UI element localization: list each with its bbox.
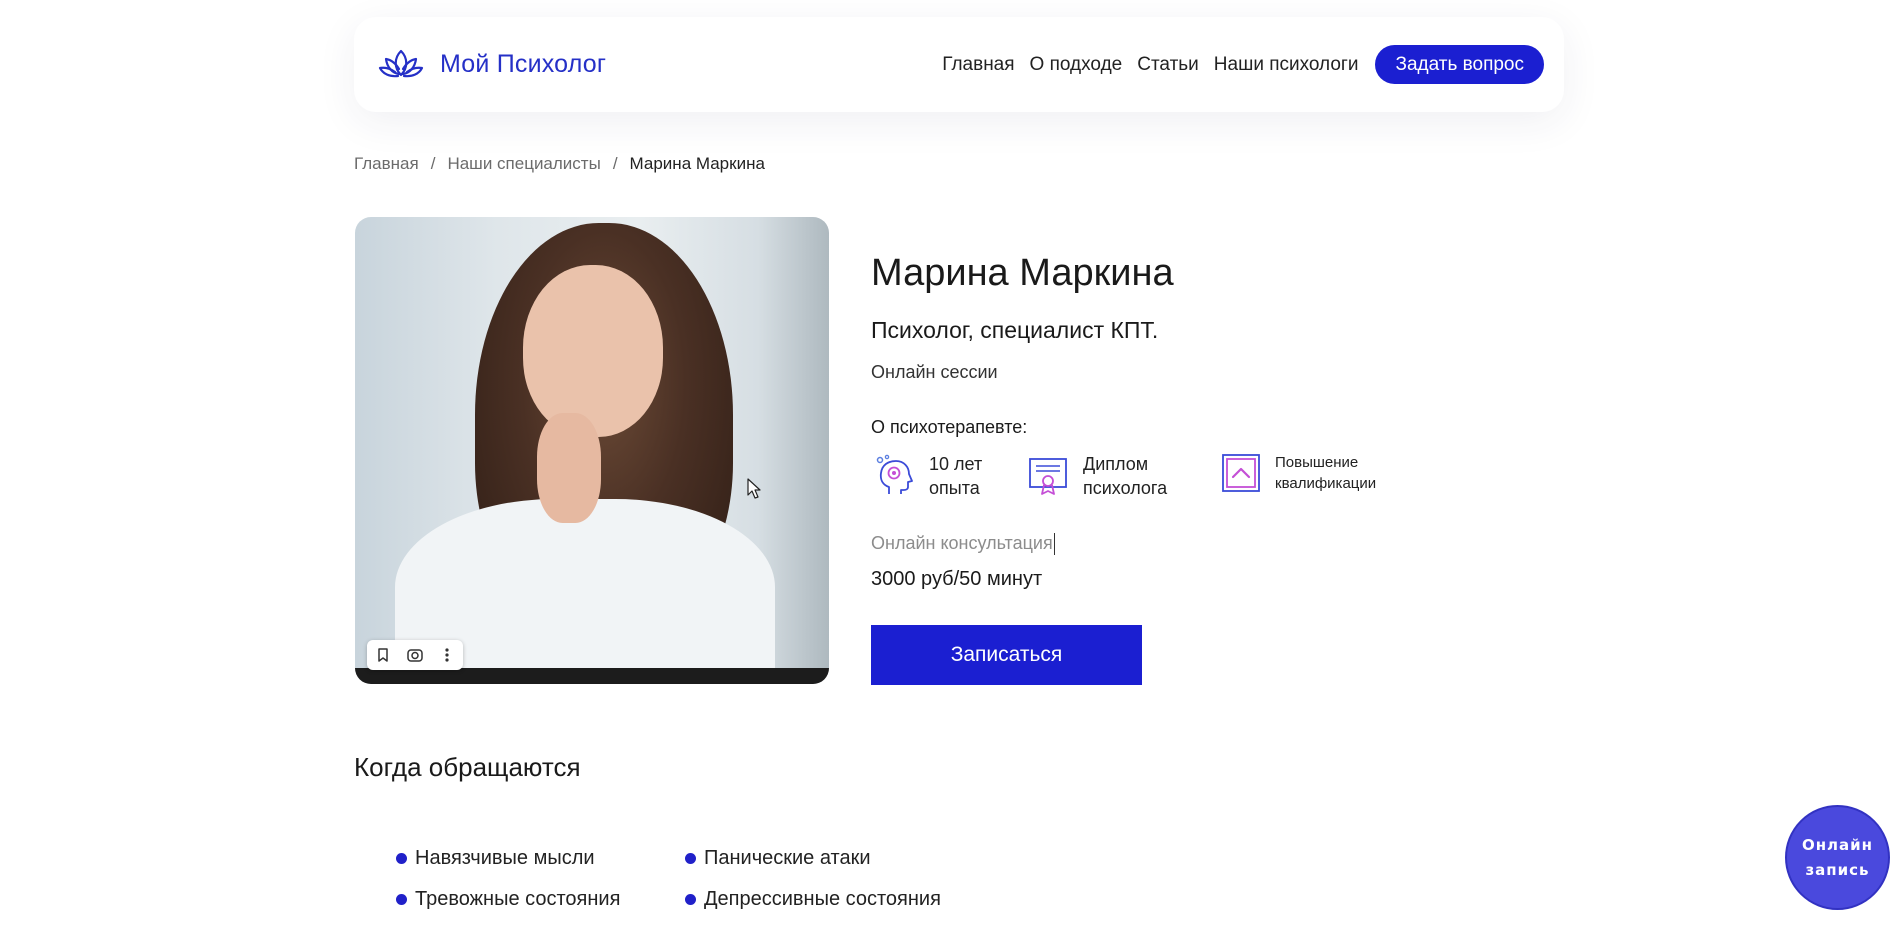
head-brain-icon — [876, 454, 913, 494]
image-toolbar — [367, 640, 463, 670]
breadcrumb-current: Марина Маркина — [629, 154, 765, 173]
list-item: Депрессивные состояния — [685, 888, 975, 911]
nav-link-articles[interactable]: Статьи — [1137, 54, 1199, 76]
site-header: Мой Психолог Главная О подходе Статьи На… — [354, 17, 1564, 112]
feature-qualification: Повышение квалификации — [1221, 452, 1376, 494]
main-nav: Главная О подходе Статьи Наши психологи … — [942, 45, 1544, 84]
bullet-dot — [396, 894, 407, 905]
logo[interactable]: Мой Психолог — [378, 47, 606, 81]
psychologist-name: Марина Маркина — [871, 252, 1174, 294]
list-item: Навязчивые мысли — [396, 847, 685, 870]
photo-hand — [537, 413, 601, 523]
issues-list: Навязчивые мысли Панические атаки Тревож… — [396, 847, 975, 911]
consultation-label: Онлайн консультация — [871, 533, 1055, 556]
list-item: Тревожные состояния — [396, 888, 685, 911]
when-to-apply-heading: Когда обращаются — [354, 752, 581, 782]
about-heading: О психотерапевте: — [871, 417, 1028, 437]
nav-link-psychologists[interactable]: Наши психологи — [1214, 54, 1359, 76]
more-vertical-icon[interactable] — [431, 640, 463, 670]
bullet-dot — [685, 853, 696, 864]
qualification-upgrade-icon — [1222, 454, 1260, 492]
psychologist-role: Психолог, специалист КПТ. — [871, 317, 1159, 343]
photo-face — [523, 265, 663, 437]
breadcrumb-home[interactable]: Главная — [354, 154, 419, 174]
breadcrumb-specialists[interactable]: Наши специалисты — [447, 154, 600, 174]
logo-text: Мой Психолог — [440, 49, 607, 78]
list-item: Панические атаки — [685, 847, 975, 870]
feature-qualification-text: Повышение квалификации — [1275, 454, 1377, 492]
mouse-pointer-icon — [747, 478, 761, 499]
breadcrumb-separator: / — [612, 154, 618, 173]
feature-diploma-text: Диплом психолога — [1083, 454, 1168, 498]
lotus-logo-icon — [378, 49, 424, 78]
online-booking-float-button[interactable]: Онлайн запись — [1785, 805, 1890, 910]
photo-chair — [355, 668, 829, 684]
bookmark-icon[interactable] — [367, 640, 399, 670]
diploma-certificate-icon — [1029, 458, 1067, 495]
feature-diploma: Диплом психолога — [1027, 452, 1167, 500]
bullet-dot — [396, 853, 407, 864]
breadcrumb-separator: / — [430, 154, 436, 173]
nav-link-approach[interactable]: О подходе — [1030, 54, 1123, 76]
bullet-dot — [685, 894, 696, 905]
breadcrumb: Главная / Наши специалисты / Марина Марк… — [354, 154, 765, 174]
book-session-button[interactable]: Записаться — [871, 625, 1142, 685]
nav-link-home[interactable]: Главная — [942, 54, 1014, 76]
ask-question-button[interactable]: Задать вопрос — [1375, 45, 1544, 84]
lens-search-icon[interactable] — [399, 640, 431, 670]
consultation-price: 3000 руб/50 минут — [871, 568, 1043, 590]
feature-experience-text: 10 лет опыта — [929, 454, 983, 498]
session-format: Онлайн сессии — [871, 362, 998, 382]
feature-experience: 10 лет опыта — [875, 452, 982, 500]
text-cursor — [1053, 533, 1055, 556]
psychologist-photo — [355, 217, 829, 684]
